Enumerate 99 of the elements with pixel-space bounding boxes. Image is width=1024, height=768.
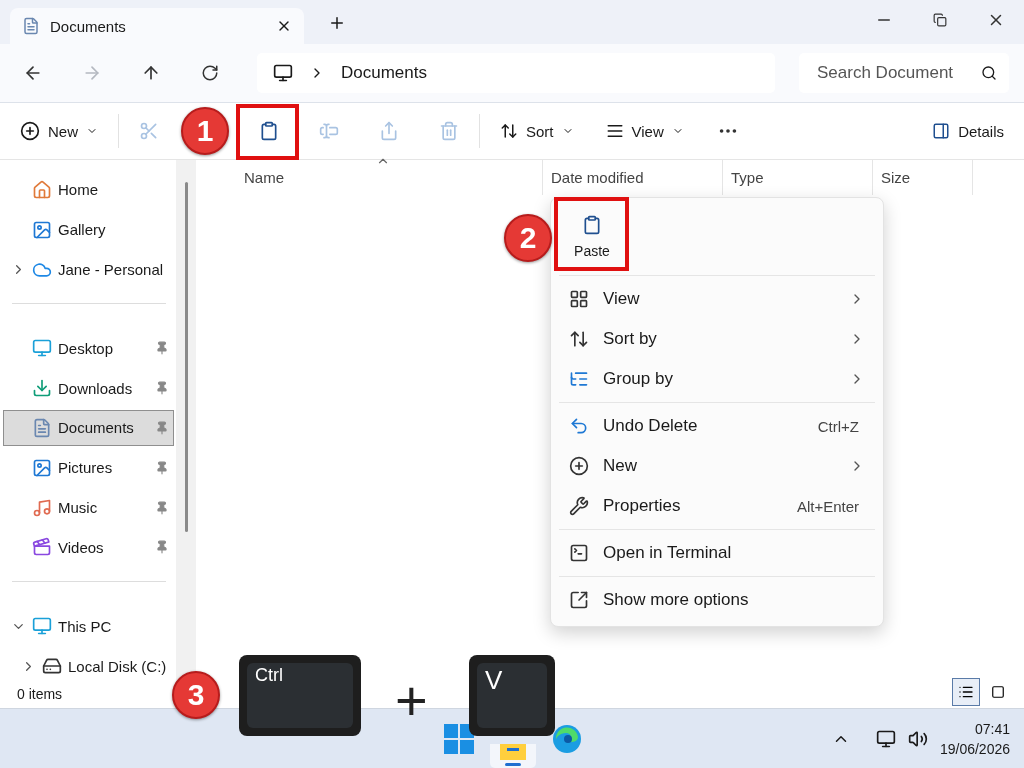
file-explorer-button[interactable] — [490, 744, 536, 768]
list-icon — [958, 684, 974, 700]
sidebar-label: Downloads — [58, 379, 134, 397]
sidebar-item[interactable]: Home — [3, 172, 174, 208]
pictures-icon — [32, 457, 52, 478]
step-badge: 1 — [181, 107, 229, 155]
sidebar-item[interactable]: Jane - Personal — [3, 251, 174, 288]
rename-icon — [319, 121, 339, 141]
restore-icon[interactable] — [933, 13, 947, 27]
desktop-icon — [32, 338, 52, 359]
sidebar-label: Documents — [58, 419, 135, 437]
share-icon — [379, 121, 399, 141]
group-icon — [569, 369, 589, 389]
sidebar-label: Home — [58, 181, 99, 199]
cut-icon — [139, 121, 159, 141]
sidebar-label: Pictures — [58, 459, 114, 477]
folder-icon — [500, 744, 526, 760]
sidebar-item[interactable]: Documents — [3, 410, 174, 446]
plus-sign: + — [395, 668, 428, 733]
menu-item[interactable]: View — [555, 279, 879, 319]
sidebar-label: This PC — [58, 617, 113, 635]
terminal-icon — [569, 543, 589, 563]
menu-item[interactable]: Open in Terminal — [555, 533, 879, 573]
shortcut-text: Ctrl+Z — [817, 417, 859, 435]
menu-item[interactable]: Group by — [555, 359, 879, 399]
search-field[interactable]: Search Document — [799, 53, 1010, 93]
step-badge: 3 — [172, 671, 220, 719]
address-field[interactable]: Documents — [257, 53, 776, 93]
details-button[interactable]: Details — [922, 111, 1014, 151]
sidebar-item[interactable]: Desktop — [3, 330, 174, 367]
sidebar-item[interactable]: Videos — [3, 529, 174, 566]
menu-item[interactable]: New — [555, 446, 879, 486]
menu-item[interactable]: Show more options — [555, 580, 879, 620]
gallery-icon — [32, 219, 52, 240]
plus-circle-icon — [20, 121, 40, 141]
network-icon[interactable] — [875, 728, 896, 749]
sidebar-label: Local Disk (C:) — [68, 657, 168, 675]
item-count: 0 items — [17, 686, 64, 702]
scrollbar-thumb[interactable] — [184, 182, 188, 532]
details-pane-icon — [932, 122, 951, 140]
menu-item[interactable]: Undo Delete Ctrl+Z — [555, 406, 879, 446]
tab-title: Documents — [50, 17, 127, 35]
new-button[interactable]: New — [10, 111, 108, 151]
sidebar-label: Jane - Personal — [58, 261, 165, 279]
sort-icon — [500, 122, 518, 140]
paste-menu-item[interactable]: Paste — [555, 202, 629, 272]
paste-icon — [582, 215, 602, 235]
view-icon — [569, 289, 589, 309]
lines-icon — [605, 122, 624, 140]
delete-icon — [439, 121, 459, 141]
paste-icon — [259, 121, 279, 141]
column-header[interactable]: Date modified — [543, 160, 723, 195]
sidebar-item[interactable]: Local Disk (C:) — [3, 648, 174, 684]
refresh-icon[interactable] — [200, 64, 219, 82]
search-icon — [981, 65, 998, 81]
square-icon — [991, 685, 1005, 699]
view-button[interactable]: View — [595, 111, 694, 151]
menu-item[interactable]: Sort by — [555, 319, 879, 359]
sidebar-item[interactable]: Gallery — [3, 211, 174, 248]
clock-date: 19/06/2026 — [939, 739, 1010, 759]
key-cap: Ctrl — [239, 655, 361, 736]
shortcut-text: Alt+Enter — [796, 497, 859, 515]
sidebar-item[interactable]: Downloads — [3, 370, 174, 407]
browser-icon — [552, 723, 582, 754]
pc-icon — [32, 616, 52, 637]
sidebar-item[interactable]: This PC — [3, 608, 174, 645]
sort-button[interactable]: Sort — [490, 111, 584, 151]
details-view-button[interactable] — [952, 678, 980, 706]
key-cap: V — [469, 655, 555, 736]
column-header[interactable]: Name — [236, 160, 543, 195]
sidebar-item[interactable]: Music — [3, 489, 174, 526]
documents-icon — [32, 417, 52, 438]
windows-logo-icon — [444, 723, 474, 754]
path-text: Documents — [341, 63, 427, 83]
volume-icon[interactable] — [907, 728, 928, 749]
document-icon — [22, 17, 40, 35]
sidebar-label: Desktop — [58, 339, 115, 357]
column-header[interactable]: Size — [873, 160, 973, 195]
clock-time: 07:41 — [974, 719, 1010, 739]
sidebar-item[interactable]: Pictures — [3, 449, 174, 486]
home-icon — [32, 179, 52, 200]
sidebar-label: Music — [58, 499, 99, 517]
monitor-icon — [273, 63, 293, 83]
downloads-icon — [32, 378, 52, 399]
sort-icon — [569, 329, 589, 349]
column-header[interactable]: Type — [723, 160, 873, 195]
music-icon — [32, 497, 52, 518]
properties-icon — [569, 496, 589, 516]
step-badge: 2 — [504, 214, 552, 262]
highlight-frame — [236, 104, 299, 160]
sidebar-label: Gallery — [58, 221, 107, 239]
menu-item[interactable]: Properties Alt+Enter — [555, 486, 879, 526]
more-icon — [569, 590, 589, 610]
videos-icon — [32, 537, 52, 558]
new-icon — [569, 456, 589, 476]
undo-icon — [569, 416, 589, 436]
window-tab[interactable]: Documents — [10, 8, 304, 44]
sidebar-label: Videos — [58, 538, 105, 556]
new-tab-icon[interactable] — [328, 14, 346, 32]
